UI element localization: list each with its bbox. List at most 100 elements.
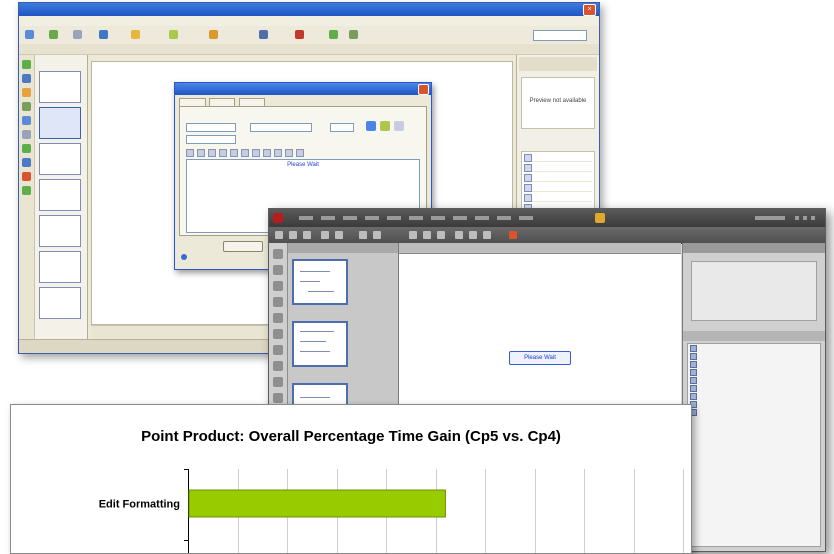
toolbar-text-icon[interactable]: [409, 231, 417, 239]
back-window-close-icon[interactable]: ×: [583, 4, 596, 16]
filmstrip-slide-thumb[interactable]: [292, 259, 348, 305]
tool-text-icon[interactable]: [22, 74, 31, 83]
italic-icon[interactable]: [197, 149, 205, 157]
toolbar-grid-icon[interactable]: [349, 29, 360, 41]
tool-select-icon[interactable]: [22, 60, 31, 69]
filmstrip-slide-thumb[interactable]: [39, 107, 81, 139]
tool-zoom-icon[interactable]: [273, 377, 283, 387]
tool-select-icon[interactable]: [273, 249, 283, 259]
bold-icon[interactable]: [186, 149, 194, 157]
toolbar-open-icon[interactable]: [49, 29, 60, 41]
caption-type-select[interactable]: [186, 123, 236, 132]
tool-highlight-icon[interactable]: [22, 88, 31, 97]
filmstrip-slide-thumb[interactable]: [39, 215, 81, 247]
list-item[interactable]: [690, 393, 818, 400]
window-controls[interactable]: [795, 216, 819, 220]
toolbar-shape-icon[interactable]: [423, 231, 431, 239]
list-item[interactable]: [524, 153, 592, 162]
toolbar-record-icon[interactable]: [359, 231, 367, 239]
tool-image-icon[interactable]: [273, 345, 283, 355]
toolbar-image-icon[interactable]: [437, 231, 445, 239]
filmstrip-slide-thumb[interactable]: [39, 179, 81, 211]
toolbar-video-icon[interactable]: [295, 29, 306, 41]
toolbar-stop-icon[interactable]: [509, 231, 517, 239]
filmstrip-slide-thumb[interactable]: [39, 143, 81, 175]
transparency-icon[interactable]: [394, 121, 404, 131]
outdent-icon[interactable]: [274, 149, 282, 157]
indent-icon[interactable]: [263, 149, 271, 157]
back-window-search-input[interactable]: [533, 30, 587, 41]
tool-highlight-icon[interactable]: [273, 281, 283, 291]
list-item[interactable]: [690, 345, 818, 352]
symbol-icon[interactable]: [296, 149, 304, 157]
align-center-icon[interactable]: [230, 149, 238, 157]
filmstrip-slide-thumb[interactable]: [39, 287, 81, 319]
underline-icon[interactable]: [208, 149, 216, 157]
toolbar-align-icon[interactable]: [455, 231, 463, 239]
tool-animation-icon[interactable]: [22, 158, 31, 167]
toolbar-save-icon[interactable]: [303, 231, 311, 239]
front-window-toolbar: [269, 227, 825, 244]
filmstrip-slide-thumb[interactable]: [292, 321, 348, 367]
tool-image-icon[interactable]: [22, 144, 31, 153]
list-item[interactable]: [524, 173, 592, 182]
align-left-icon[interactable]: [219, 149, 227, 157]
text-color-icon[interactable]: [366, 121, 376, 131]
toolbar-redo-icon[interactable]: [335, 231, 343, 239]
tool-rollover-icon[interactable]: [273, 393, 283, 403]
toolbar-record-icon[interactable]: [99, 29, 110, 41]
bar-edit-formatting: [188, 489, 446, 518]
font-size-select[interactable]: [330, 123, 354, 132]
font-select[interactable]: [250, 123, 312, 132]
list-item[interactable]: [690, 353, 818, 360]
list-item[interactable]: [524, 183, 592, 192]
highlight-color-icon[interactable]: [380, 121, 390, 131]
toolbar-new-icon[interactable]: [275, 231, 283, 239]
toolbar-order-icon[interactable]: [483, 231, 491, 239]
toolbar-publish-icon[interactable]: [169, 29, 180, 41]
toolbar-save-icon[interactable]: [73, 29, 84, 41]
tool-box-icon[interactable]: [22, 130, 31, 139]
menubar-folder-icon[interactable]: [595, 213, 605, 223]
filmstrip-slide-thumb[interactable]: [39, 71, 81, 103]
back-window-titlebar: ×: [19, 3, 599, 16]
filmstrip-slide-thumb[interactable]: [39, 251, 81, 283]
list-item[interactable]: [690, 361, 818, 368]
list-item[interactable]: [690, 369, 818, 376]
tool-button-icon[interactable]: [273, 313, 283, 323]
dialog-close-icon[interactable]: [418, 84, 429, 95]
toolbar-preview-icon[interactable]: [373, 231, 381, 239]
list-item[interactable]: [690, 385, 818, 392]
tool-button-icon[interactable]: [22, 116, 31, 125]
workspace-switcher[interactable]: [755, 216, 785, 220]
toolbar-new-icon[interactable]: [25, 29, 36, 41]
list-item[interactable]: [690, 409, 818, 416]
tool-click-icon[interactable]: [22, 102, 31, 111]
tool-text-icon[interactable]: [273, 265, 283, 275]
tool-zoom-icon[interactable]: [22, 172, 31, 181]
list-item[interactable]: [690, 377, 818, 384]
toolbar-audio-icon[interactable]: [259, 29, 270, 41]
insert-variable-icon[interactable]: [285, 149, 293, 157]
dialog-info: [181, 254, 189, 260]
caption-style-select[interactable]: [186, 135, 236, 144]
toolbar-distribute-icon[interactable]: [469, 231, 477, 239]
tool-rollover-icon[interactable]: [22, 186, 31, 195]
align-right-icon[interactable]: [241, 149, 249, 157]
toolbar-preview-icon[interactable]: [131, 29, 142, 41]
menu-items[interactable]: [299, 216, 539, 220]
list-item[interactable]: [690, 401, 818, 408]
tool-click-box-icon[interactable]: [273, 297, 283, 307]
dialog-apply-button[interactable]: [223, 241, 263, 252]
toolbar-undo-icon[interactable]: [321, 231, 329, 239]
list-item[interactable]: [524, 163, 592, 172]
toolbar-edit-icon[interactable]: [209, 29, 220, 41]
app-logo-icon: [273, 213, 283, 223]
toolbar-image-icon[interactable]: [329, 29, 340, 41]
tool-text-entry-icon[interactable]: [273, 329, 283, 339]
toolbar-open-icon[interactable]: [289, 231, 297, 239]
stage-text-caption[interactable]: Please Wait: [509, 351, 571, 365]
tool-animation-icon[interactable]: [273, 361, 283, 371]
list-item[interactable]: [524, 193, 592, 202]
bullets-icon[interactable]: [252, 149, 260, 157]
